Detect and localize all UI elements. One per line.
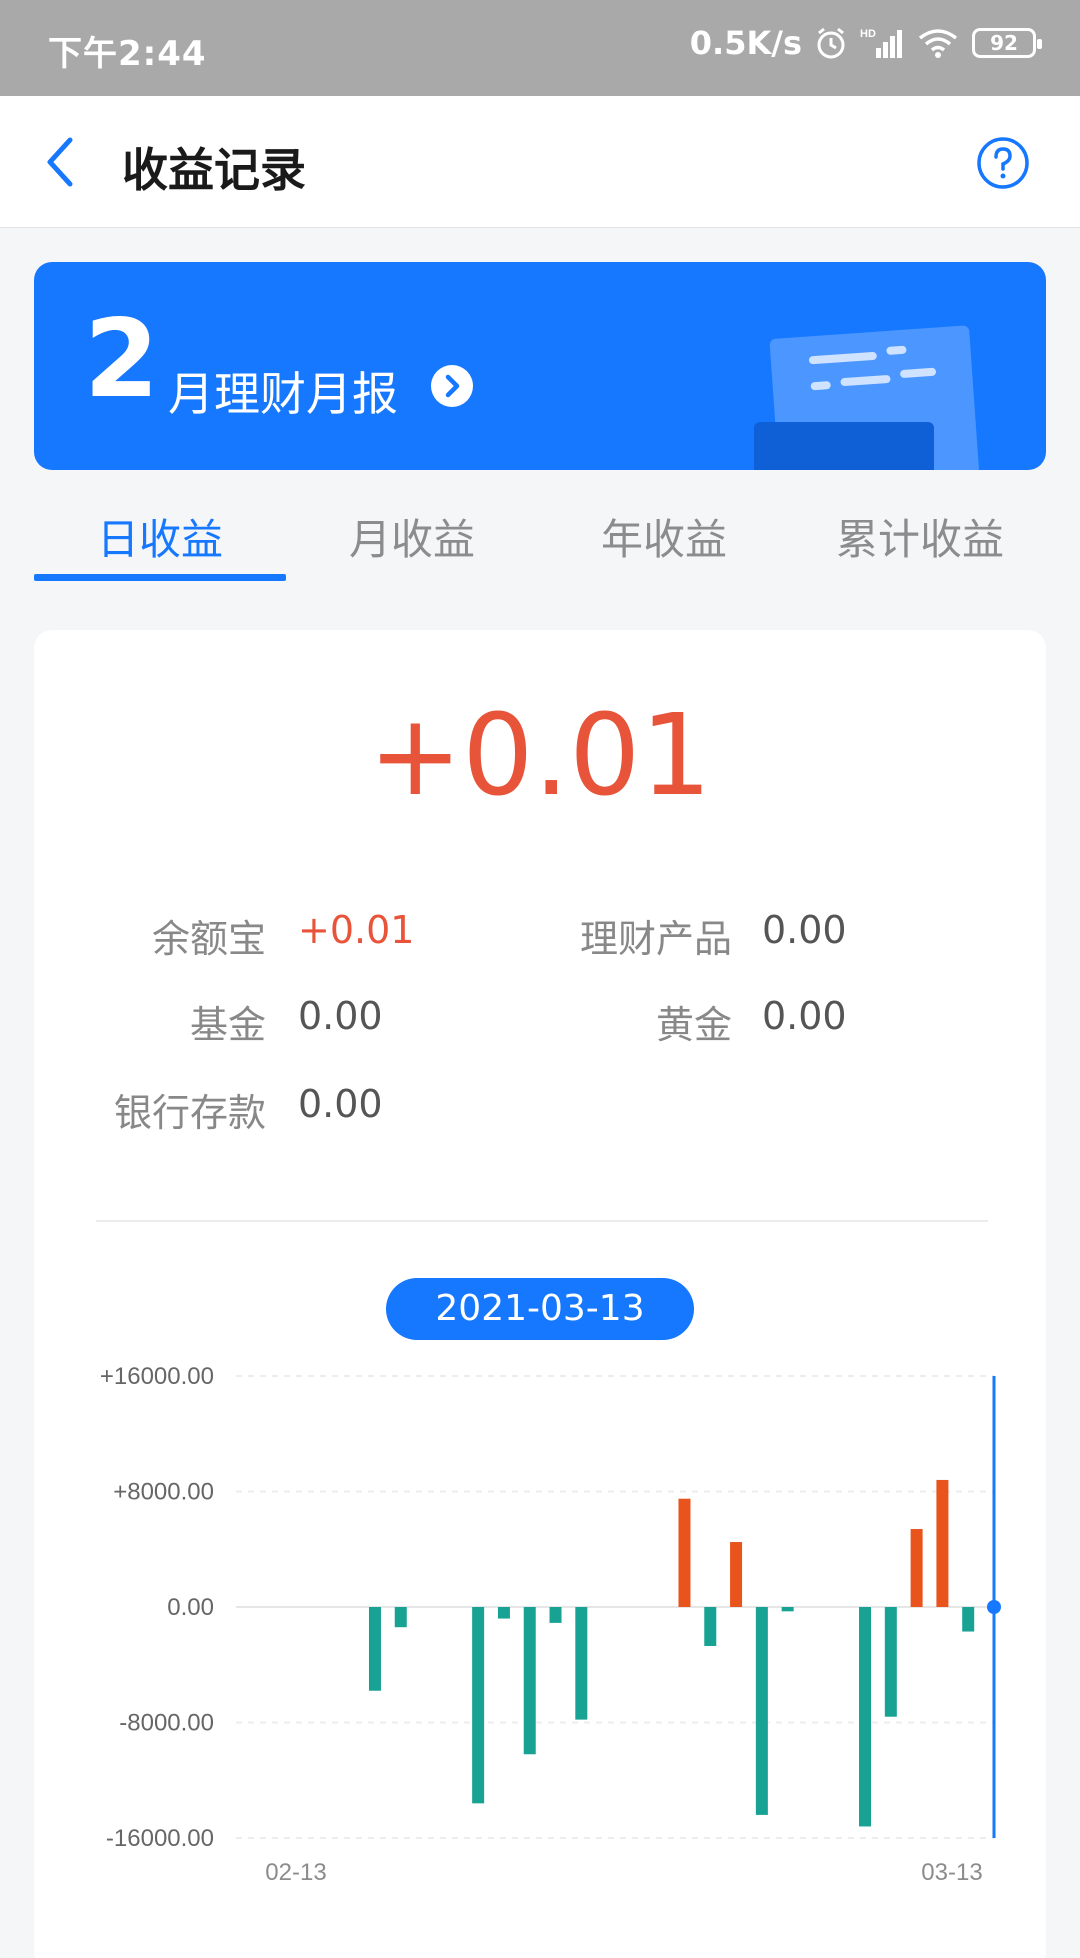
status-right: 0.5K/s HD 92 <box>689 24 1042 62</box>
earnings-card: +0.01 余额宝 +0.01 理财产品 0.00 基金 0.00 黄金 0.0… <box>34 630 1046 1958</box>
chevron-left-icon[interactable] <box>36 132 92 192</box>
y-tick-label: +16000.00 <box>100 1363 214 1390</box>
y-tick-label: 0.00 <box>167 1594 214 1621</box>
help-circle-icon[interactable] <box>976 136 1030 190</box>
tab-bar: 日收益 月收益 年收益 累计收益 <box>34 496 1046 586</box>
chart-bar <box>549 1607 562 1623</box>
page-title: 收益记录 <box>122 143 306 197</box>
summary-item: 黄金 <box>34 994 732 1047</box>
chart-bar <box>368 1607 381 1691</box>
chart-bar <box>910 1529 923 1607</box>
chart-bar <box>781 1607 794 1612</box>
hd-label: HD <box>860 28 876 40</box>
summary-key: 理财产品 <box>579 917 732 961</box>
daily-earnings-chart[interactable]: +16000.00 +8000.00 0.00 -8000.00 -16000.00 0… <box>34 1358 1046 1918</box>
chart-bar <box>859 1607 872 1827</box>
net-speed: 0.5K/s <box>689 24 802 62</box>
selected-date-pill: 2021-03-13 <box>386 1278 694 1340</box>
chart-bar <box>394 1607 407 1628</box>
chart-bar <box>936 1479 949 1607</box>
tab-underline <box>34 574 286 581</box>
chart-bar <box>755 1607 768 1815</box>
chart-bar <box>575 1607 588 1720</box>
y-tick-label: -16000.00 <box>106 1825 214 1852</box>
chart-bar <box>678 1498 691 1607</box>
divider <box>96 1220 988 1222</box>
chart-bar <box>962 1607 975 1632</box>
selection-dot <box>987 1600 1001 1614</box>
status-time: 下午2:44 <box>48 34 207 74</box>
summary-key: 银行存款 <box>113 1091 266 1135</box>
tab-yearly[interactable]: 年收益 <box>538 506 790 567</box>
signal-icon: HD <box>860 28 902 58</box>
summary-value: 0.00 <box>762 994 847 1038</box>
chart-bar <box>704 1607 717 1646</box>
battery-icon: 92 <box>972 28 1042 58</box>
chart-bar <box>523 1607 536 1755</box>
report-illustration-icon <box>754 325 979 470</box>
wifi-icon <box>918 29 958 58</box>
alarm-icon <box>817 27 845 59</box>
tab-daily[interactable]: 日收益 <box>34 506 286 567</box>
chart-bar <box>884 1607 897 1717</box>
banner-month: 2 <box>84 297 160 422</box>
summary-value: 0.00 <box>762 908 847 952</box>
y-tick-label: -8000.00 <box>119 1710 214 1737</box>
x-tick-label: 03-13 <box>921 1859 982 1886</box>
chart-bar <box>472 1607 485 1804</box>
summary-key: 黄金 <box>655 1003 732 1047</box>
summary-item: 理财产品 <box>34 908 732 961</box>
summary-item: 银行存款 <box>34 1082 266 1135</box>
banner-label: 月理财月报 <box>168 367 398 421</box>
summary-value: 0.00 <box>298 1082 383 1126</box>
tab-cumulative[interactable]: 累计收益 <box>794 506 1046 567</box>
battery-level: 92 <box>990 31 1018 55</box>
y-tick-label: +8000.00 <box>113 1479 214 1506</box>
header: 收益记录 <box>0 96 1080 228</box>
x-tick-label: 02-13 <box>265 1859 326 1886</box>
chart-bar <box>497 1607 510 1619</box>
monthly-report-banner[interactable]: 2 月理财月报 <box>34 262 1046 470</box>
status-bar: 下午2:44 0.5K/s HD 92 <box>0 0 1080 96</box>
total-earnings: +0.01 <box>368 691 712 821</box>
chevron-right-circle-icon <box>431 365 473 407</box>
chart-bar <box>730 1542 743 1607</box>
tab-monthly[interactable]: 月收益 <box>286 506 538 567</box>
